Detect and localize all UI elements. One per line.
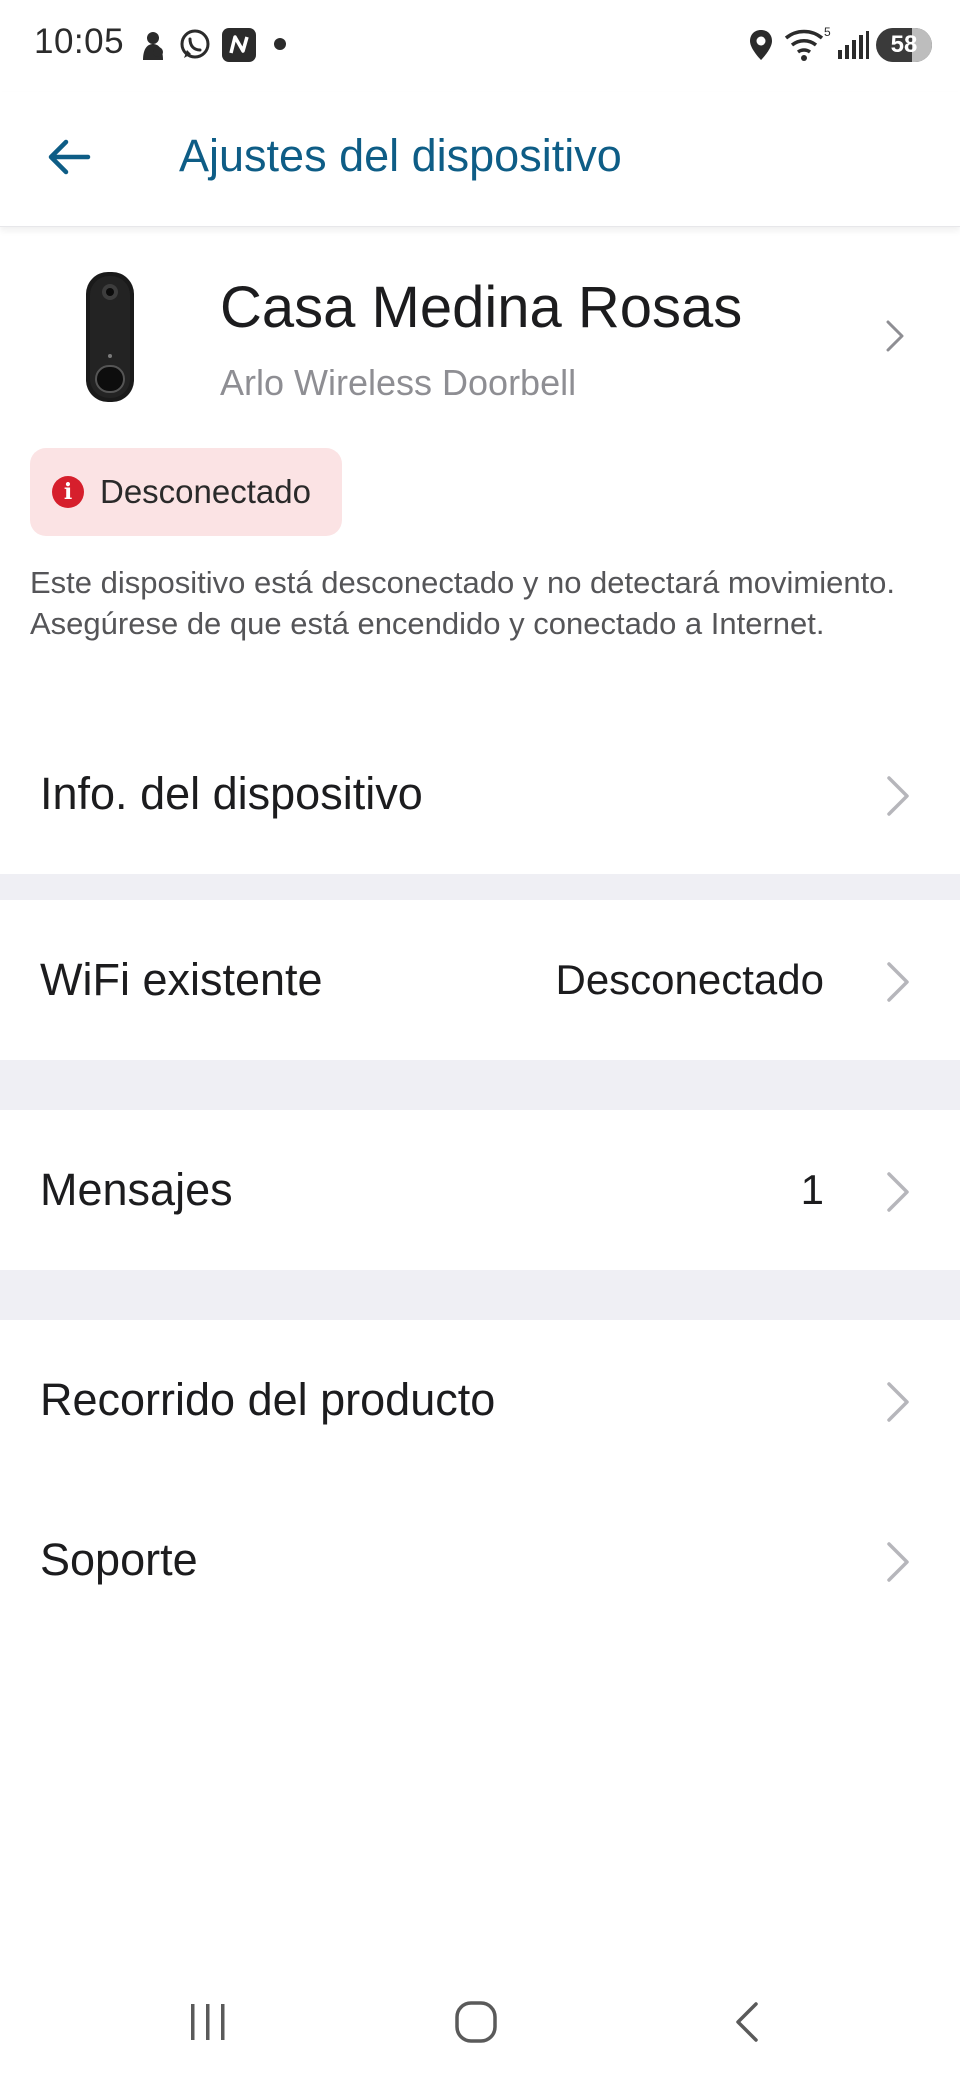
svg-text:5: 5 xyxy=(824,25,831,39)
device-header[interactable]: Casa Medina Rosas Arlo Wireless Doorbell xyxy=(0,240,960,420)
section-divider xyxy=(0,874,960,900)
chevron-right-icon xyxy=(884,960,912,1009)
menu-item-label: Soporte xyxy=(40,1534,198,1585)
chevron-right-icon xyxy=(884,1540,912,1589)
chevron-right-icon xyxy=(884,318,906,359)
arrow-left-icon xyxy=(48,139,91,175)
status-badge: i Desconectado xyxy=(30,448,342,536)
wifi-status-value: Desconectado xyxy=(555,956,824,1003)
hand-icon xyxy=(138,30,168,62)
status-time: 10:05 xyxy=(34,22,125,61)
status-bar: 10:05 5 58 xyxy=(0,0,960,92)
messages-count: 1 xyxy=(800,1166,824,1213)
menu-item-label: Recorrido del producto xyxy=(40,1374,496,1425)
recent-apps-icon xyxy=(191,2004,225,2040)
location-icon xyxy=(748,28,774,62)
section-divider xyxy=(0,1270,960,1320)
recent-apps-button[interactable] xyxy=(168,1992,248,2052)
warning-message: Este dispositivo está desconectado y no … xyxy=(30,565,896,641)
menu-item-device-info[interactable]: Info. del dispositivo xyxy=(0,716,960,874)
app-bar: Ajustes del dispositivo xyxy=(0,92,960,227)
page-title: Ajustes del dispositivo xyxy=(179,130,622,181)
battery-level: 58 xyxy=(890,31,918,58)
doorbell-device-image xyxy=(82,270,138,404)
menu-item-support[interactable]: Soporte xyxy=(0,1480,960,1640)
section-divider xyxy=(0,1060,960,1110)
device-name: Casa Medina Rosas xyxy=(220,275,743,340)
whatsapp-icon xyxy=(178,28,212,62)
menu-item-product-tour[interactable]: Recorrido del producto xyxy=(0,1320,960,1480)
home-icon xyxy=(455,2001,497,2043)
signal-icon xyxy=(836,30,870,60)
status-badge-label: Desconectado xyxy=(100,473,311,510)
chevron-right-icon xyxy=(884,1170,912,1219)
menu-item-label: WiFi existente xyxy=(40,954,323,1005)
dot-icon xyxy=(274,38,286,50)
chevron-right-icon xyxy=(884,1380,912,1429)
menu-item-messages[interactable]: Mensajes 1 xyxy=(0,1110,960,1270)
back-button[interactable] xyxy=(36,124,102,190)
system-back-button[interactable] xyxy=(706,1992,786,2052)
wifi-icon: 5 xyxy=(784,24,832,64)
device-model: Arlo Wireless Doorbell xyxy=(220,362,577,403)
system-nav-bar xyxy=(0,1960,960,2081)
alert-info-icon: i xyxy=(52,476,84,508)
menu-item-wifi[interactable]: WiFi existente Desconectado xyxy=(0,900,960,1060)
menu-item-label: Mensajes xyxy=(40,1164,233,1215)
chevron-right-icon xyxy=(884,774,912,823)
menu-item-label: Info. del dispositivo xyxy=(40,768,423,819)
app-n-icon xyxy=(222,28,256,62)
home-button[interactable] xyxy=(436,1992,516,2052)
back-icon xyxy=(736,2002,758,2042)
battery-icon: 58 xyxy=(876,28,932,62)
